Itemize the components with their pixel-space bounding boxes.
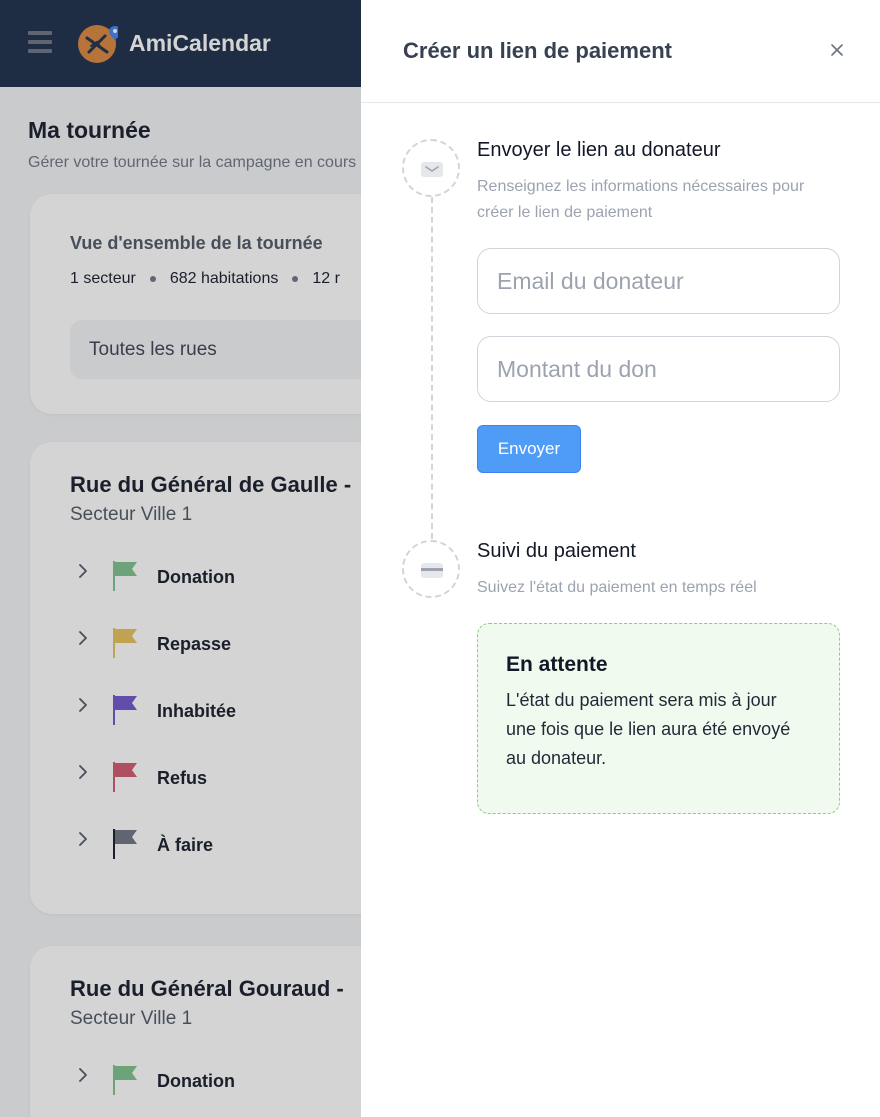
panel-title: Créer un lien de paiement <box>403 38 672 63</box>
envelope-icon <box>421 162 443 177</box>
donor-email-input[interactable] <box>477 248 840 314</box>
step-1-description: Renseignez les informations nécessaires … <box>477 178 805 221</box>
payment-link-panel: Créer un lien de paiement Envoyer le lie… <box>361 0 880 1117</box>
donation-amount-input[interactable] <box>477 336 840 402</box>
payment-status-title: En attente <box>506 653 608 676</box>
step-2-description: Suivez l'état du paiement en temps réel <box>477 579 757 596</box>
payment-status-box: En attente L'état du paiement sera mis à… <box>477 623 840 814</box>
step-2-title: Suivi du paiement <box>477 540 636 562</box>
step-2-indicator <box>402 540 460 598</box>
panel-header: Créer un lien de paiement <box>361 0 880 103</box>
close-icon[interactable] <box>828 41 846 59</box>
send-button[interactable]: Envoyer <box>477 425 581 473</box>
step-1-indicator <box>402 139 460 197</box>
step-connector <box>431 197 433 539</box>
step-1-title: Envoyer le lien au donateur <box>477 139 721 161</box>
payment-status-text: L'état du paiement sera mis à jour une f… <box>506 690 791 768</box>
credit-card-icon <box>421 563 443 578</box>
